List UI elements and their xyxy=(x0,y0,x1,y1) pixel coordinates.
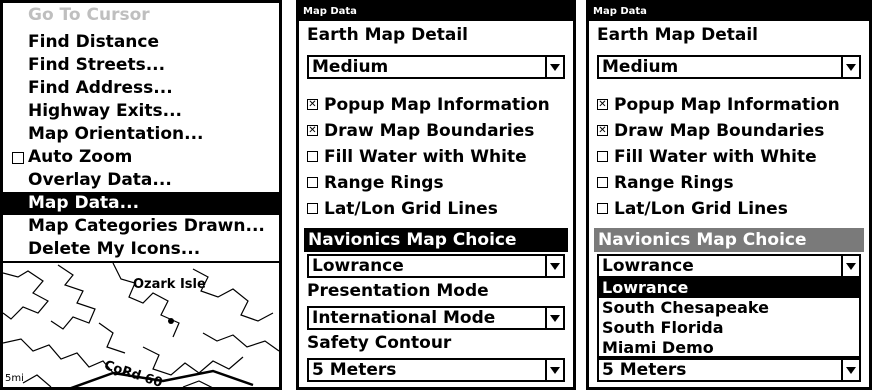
earth-detail-value: Medium xyxy=(312,57,389,77)
menu-item-delete-my-icons[interactable]: Delete My Icons... xyxy=(3,238,279,261)
unchecked-box-icon[interactable] xyxy=(597,203,608,214)
popup-map-info-checkbox[interactable]: ✕ Popup Map Information xyxy=(597,94,840,116)
map-scale-label: 5mi xyxy=(5,373,24,384)
auto-zoom-checkbox[interactable] xyxy=(12,152,24,164)
checked-box-icon[interactable]: ✕ xyxy=(307,99,318,110)
lat-lon-grid-checkbox[interactable]: Lat/Lon Grid Lines xyxy=(597,198,788,220)
menu-item-highway-exits[interactable]: Highway Exits... xyxy=(3,100,279,123)
dialog-title: Map Data xyxy=(299,3,573,21)
earth-detail-label: Earth Map Detail xyxy=(597,25,758,45)
navionics-map-choice-header: Navionics Map Choice xyxy=(594,228,864,252)
presentation-mode-value: International Mode xyxy=(312,308,496,328)
map-menu-panel: Go To Cursor Find Distance Find Streets.… xyxy=(0,0,282,390)
unchecked-box-icon[interactable] xyxy=(597,177,608,188)
chevron-down-icon[interactable] xyxy=(545,256,563,276)
chevron-down-icon[interactable] xyxy=(545,57,563,77)
option-south-chesapeake[interactable]: South Chesapeake xyxy=(599,298,859,318)
menu-item-map-categories-drawn[interactable]: Map Categories Drawn... xyxy=(3,215,279,238)
lat-lon-grid-label: Lat/Lon Grid Lines xyxy=(614,199,788,219)
map-place-label: Ozark Isle xyxy=(133,277,206,292)
menu-item-go-to-cursor[interactable]: Go To Cursor xyxy=(3,4,279,27)
safety-contour-label: Safety Contour xyxy=(307,333,452,353)
menu-item-find-streets[interactable]: Find Streets... xyxy=(3,54,279,77)
earth-detail-dropdown[interactable]: Medium xyxy=(307,55,565,79)
map-data-dialog-expanded: Map Data Earth Map Detail Medium ✕ Popup… xyxy=(586,0,872,390)
navionics-map-dropdown[interactable]: Lowrance xyxy=(597,254,861,278)
option-lowrance[interactable]: Lowrance xyxy=(599,278,859,298)
safety-contour-dropdown[interactable]: 5 Meters xyxy=(597,358,861,382)
menu-item-find-address[interactable]: Find Address... xyxy=(3,77,279,100)
option-south-florida[interactable]: South Florida xyxy=(599,318,859,338)
menu-item-map-orientation[interactable]: Map Orientation... xyxy=(3,123,279,146)
range-rings-label: Range Rings xyxy=(324,173,444,193)
lat-lon-grid-label: Lat/Lon Grid Lines xyxy=(324,199,498,219)
safety-contour-value: 5 Meters xyxy=(312,360,397,380)
menu-item-auto-zoom[interactable]: Auto Zoom xyxy=(3,146,279,169)
draw-map-boundaries-checkbox[interactable]: ✕ Draw Map Boundaries xyxy=(597,120,824,142)
draw-map-boundaries-checkbox[interactable]: ✕ Draw Map Boundaries xyxy=(307,120,534,142)
chevron-down-icon[interactable] xyxy=(841,256,859,276)
chevron-down-icon[interactable] xyxy=(841,360,859,380)
popup-map-info-checkbox[interactable]: ✕ Popup Map Information xyxy=(307,94,550,116)
navionics-map-dropdown[interactable]: Lowrance xyxy=(307,254,565,278)
popup-map-info-label: Popup Map Information xyxy=(614,95,840,115)
range-rings-checkbox[interactable]: Range Rings xyxy=(307,172,444,194)
fill-water-label: Fill Water with White xyxy=(324,147,527,167)
earth-detail-value: Medium xyxy=(602,57,679,77)
unchecked-box-icon[interactable] xyxy=(307,151,318,162)
checked-box-icon[interactable]: ✕ xyxy=(597,99,608,110)
range-rings-checkbox[interactable]: Range Rings xyxy=(597,172,734,194)
navionics-map-choice-header: Navionics Map Choice xyxy=(304,228,568,252)
earth-detail-dropdown[interactable]: Medium xyxy=(597,55,861,79)
checked-box-icon[interactable]: ✕ xyxy=(307,125,318,136)
safety-contour-dropdown[interactable]: 5 Meters xyxy=(307,358,565,382)
navionics-options-list: Lowrance South Chesapeake South Florida … xyxy=(597,276,861,358)
map-view[interactable]: Ozark Isle CoRd 60 5mi xyxy=(3,261,279,387)
option-miami-demo[interactable]: Miami Demo xyxy=(599,338,859,358)
draw-map-boundaries-label: Draw Map Boundaries xyxy=(324,121,535,141)
lat-lon-grid-checkbox[interactable]: Lat/Lon Grid Lines xyxy=(307,198,498,220)
safety-contour-value: 5 Meters xyxy=(602,360,687,380)
chevron-down-icon[interactable] xyxy=(841,57,859,77)
fill-water-checkbox[interactable]: Fill Water with White xyxy=(307,146,527,168)
popup-map-info-label: Popup Map Information xyxy=(324,95,550,115)
navionics-map-value: Lowrance xyxy=(312,256,404,276)
chevron-down-icon[interactable] xyxy=(545,360,563,380)
unchecked-box-icon[interactable] xyxy=(307,203,318,214)
earth-detail-label: Earth Map Detail xyxy=(307,25,468,45)
presentation-mode-dropdown[interactable]: International Mode xyxy=(307,306,565,330)
unchecked-box-icon[interactable] xyxy=(307,177,318,188)
range-rings-label: Range Rings xyxy=(614,173,734,193)
fill-water-checkbox[interactable]: Fill Water with White xyxy=(597,146,817,168)
chevron-down-icon[interactable] xyxy=(545,308,563,328)
menu-item-overlay-data[interactable]: Overlay Data... xyxy=(3,169,279,192)
fill-water-label: Fill Water with White xyxy=(614,147,817,167)
navionics-map-value: Lowrance xyxy=(602,256,694,276)
presentation-mode-label: Presentation Mode xyxy=(307,281,489,301)
menu-item-find-distance[interactable]: Find Distance xyxy=(3,31,279,54)
draw-map-boundaries-label: Draw Map Boundaries xyxy=(614,121,825,141)
menu-item-map-data[interactable]: Map Data... xyxy=(3,192,279,215)
map-data-dialog: Map Data Earth Map Detail Medium ✕ Popup… xyxy=(296,0,576,390)
dialog-title: Map Data xyxy=(589,3,869,21)
checked-box-icon[interactable]: ✕ xyxy=(597,125,608,136)
unchecked-box-icon[interactable] xyxy=(597,151,608,162)
auto-zoom-label: Auto Zoom xyxy=(28,147,133,167)
